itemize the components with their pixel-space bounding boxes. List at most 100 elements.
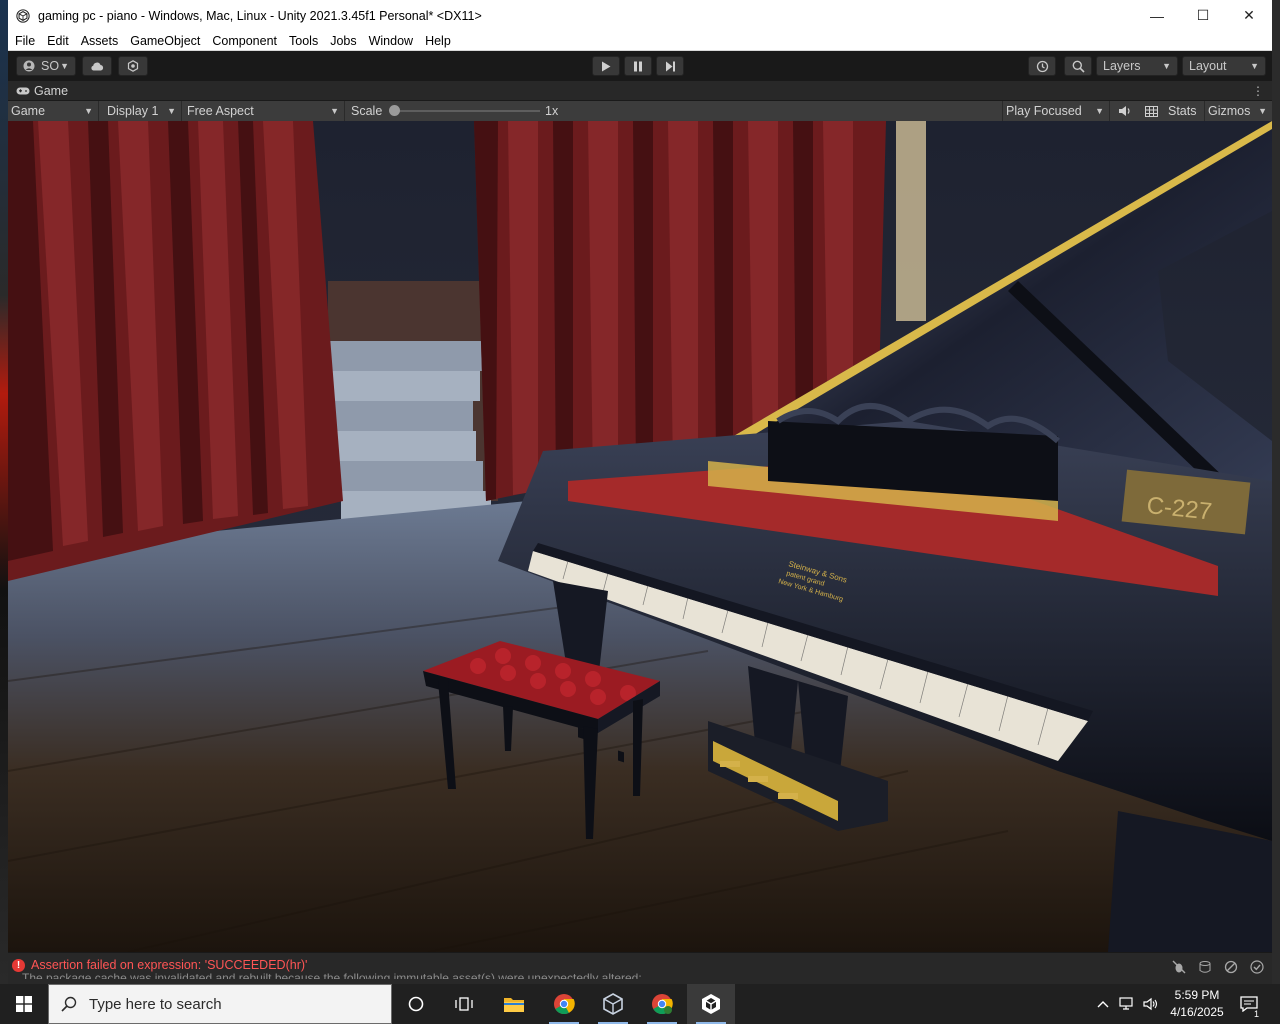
cortana-button[interactable] [392, 984, 440, 1024]
unity-editor-button[interactable] [687, 984, 735, 1024]
menu-file[interactable]: File [10, 34, 42, 48]
chrome-button[interactable] [540, 984, 588, 1024]
chevron-down-icon: ▼ [1095, 106, 1104, 116]
collab-icon [127, 60, 139, 72]
stairs [328, 281, 498, 521]
scale-slider-track[interactable] [394, 110, 540, 112]
stats-button[interactable]: Stats [1168, 104, 1197, 118]
pause-button[interactable] [624, 56, 652, 76]
scale-value: 1x [545, 104, 559, 118]
chrome-profile-button[interactable] [638, 984, 686, 1024]
menu-jobs[interactable]: Jobs [325, 34, 363, 48]
search-placeholder: Type here to search [89, 995, 222, 1013]
menu-assets[interactable]: Assets [76, 34, 126, 48]
unity-logo-icon [16, 8, 30, 23]
task-view-button[interactable] [440, 984, 488, 1024]
network-button[interactable] [1116, 984, 1138, 1024]
file-explorer-button[interactable] [490, 984, 538, 1024]
close-button[interactable]: ✕ [1226, 0, 1272, 31]
tab-game-label: Game [34, 83, 69, 98]
clock-date: 4/16/2025 [1170, 1005, 1224, 1019]
maximize-button[interactable]: ☐ [1180, 0, 1226, 31]
display-select-value: Display 1 [107, 104, 159, 118]
error-icon: ! [12, 958, 25, 972]
layout-dropdown[interactable]: Layout ▼ [1182, 56, 1266, 76]
display-select-dropdown[interactable]: Display 1 ▼ [104, 101, 182, 121]
view-select-dropdown[interactable]: Game ▼ [8, 101, 99, 121]
view-select-value: Game [11, 104, 46, 118]
layout-label: Layout [1189, 59, 1227, 73]
game-view-viewport[interactable]: C-227 Steinway & Sons patent grand New Y… [8, 121, 1272, 952]
play-mode-dropdown[interactable]: Play Focused ▼ [1002, 101, 1110, 121]
minimize-button[interactable]: — [1134, 0, 1180, 31]
speaker-icon [1143, 997, 1158, 1011]
desktop-background-left [0, 0, 8, 984]
stats-grid-button[interactable] [1140, 103, 1162, 119]
console-status-bar[interactable]: ! Assertion failed on expression: 'SUCCE… [8, 953, 1272, 984]
menu-edit[interactable]: Edit [42, 34, 76, 48]
gamepad-icon [16, 87, 30, 94]
step-button[interactable] [656, 56, 684, 76]
play-button[interactable] [592, 56, 620, 76]
console-error-message[interactable]: ! Assertion failed on expression: 'SUCCE… [12, 958, 307, 972]
mute-audio-button[interactable] [1114, 103, 1136, 119]
aspect-select-value: Free Aspect [187, 104, 254, 118]
game-render: C-227 Steinway & Sons patent grand New Y… [8, 121, 1272, 952]
clock-time: 5:59 PM [1174, 988, 1220, 1002]
play-icon [602, 61, 611, 71]
gizmos-label: Gizmos [1208, 104, 1251, 118]
status-check-icon[interactable] [1248, 958, 1266, 976]
tab-game[interactable]: Game [8, 84, 68, 98]
progress-icon[interactable] [1222, 958, 1240, 976]
console-partial-text: The package cache was invalidated and re… [22, 971, 642, 985]
menu-bar: File Edit Assets GameObject Component To… [8, 31, 1272, 51]
menu-tools[interactable]: Tools [284, 34, 325, 48]
unity-hub-icon [603, 993, 623, 1015]
game-view-controls: Game ▼ Display 1 ▼ Free Aspect ▼ Scale 1… [8, 101, 1272, 121]
minimize-icon: — [1150, 7, 1164, 24]
chevron-down-icon: ▼ [330, 106, 339, 116]
debugger-icon[interactable] [1170, 958, 1188, 976]
aspect-select-dropdown[interactable]: Free Aspect ▼ [184, 101, 345, 121]
scale-slider-thumb[interactable] [389, 105, 400, 116]
search-icon [1072, 60, 1085, 73]
account-dropdown[interactable]: SO ▼ [16, 56, 76, 76]
volume-button[interactable] [1140, 984, 1162, 1024]
start-button[interactable] [0, 984, 48, 1024]
menu-gameobject[interactable]: GameObject [125, 34, 207, 48]
title-bar[interactable]: gaming pc - piano - Windows, Mac, Linux … [8, 0, 1272, 31]
windows-logo-icon [16, 996, 32, 1012]
search-button[interactable] [1064, 56, 1092, 76]
chevron-down-icon: ▼ [60, 61, 69, 71]
chrome-icon [554, 994, 575, 1015]
unity-hub-button[interactable] [589, 984, 637, 1024]
taskbar-clock[interactable]: 5:59 PM 4/16/2025 [1162, 987, 1232, 1021]
collab-button[interactable] [118, 56, 148, 76]
more-options-icon[interactable]: ⋮ [1252, 84, 1264, 98]
cloud-button[interactable] [82, 56, 112, 76]
chevron-down-icon: ▼ [1162, 61, 1171, 71]
chevron-down-icon: ▼ [84, 106, 93, 116]
history-icon [1036, 60, 1048, 72]
menu-help[interactable]: Help [420, 34, 458, 48]
menu-window[interactable]: Window [364, 34, 420, 48]
network-icon [1119, 997, 1133, 1010]
cache-server-icon[interactable] [1196, 958, 1214, 976]
notifications-button[interactable]: 1 [1234, 984, 1264, 1024]
gizmos-dropdown[interactable]: Gizmos ▼ [1204, 101, 1272, 121]
folder-icon [504, 998, 524, 1012]
taskbar-search-box[interactable]: Type here to search [48, 984, 392, 1024]
windows-taskbar: Type here to search 5:59 PM 4/16/2025 1 [0, 984, 1280, 1024]
menu-component[interactable]: Component [207, 34, 284, 48]
game-tab-bar: Game ⋮ [8, 81, 1272, 101]
window-title: gaming pc - piano - Windows, Mac, Linux … [38, 8, 482, 23]
scale-label: Scale [351, 104, 383, 118]
maximize-icon: ☐ [1196, 7, 1210, 23]
show-hidden-icons-button[interactable] [1094, 984, 1112, 1024]
pause-icon [634, 61, 642, 71]
chrome-icon [652, 994, 673, 1015]
history-button[interactable] [1028, 56, 1056, 76]
error-text: Assertion failed on expression: 'SUCCEED… [31, 958, 308, 972]
unity-icon [702, 994, 720, 1014]
layers-dropdown[interactable]: Layers ▼ [1096, 56, 1178, 76]
